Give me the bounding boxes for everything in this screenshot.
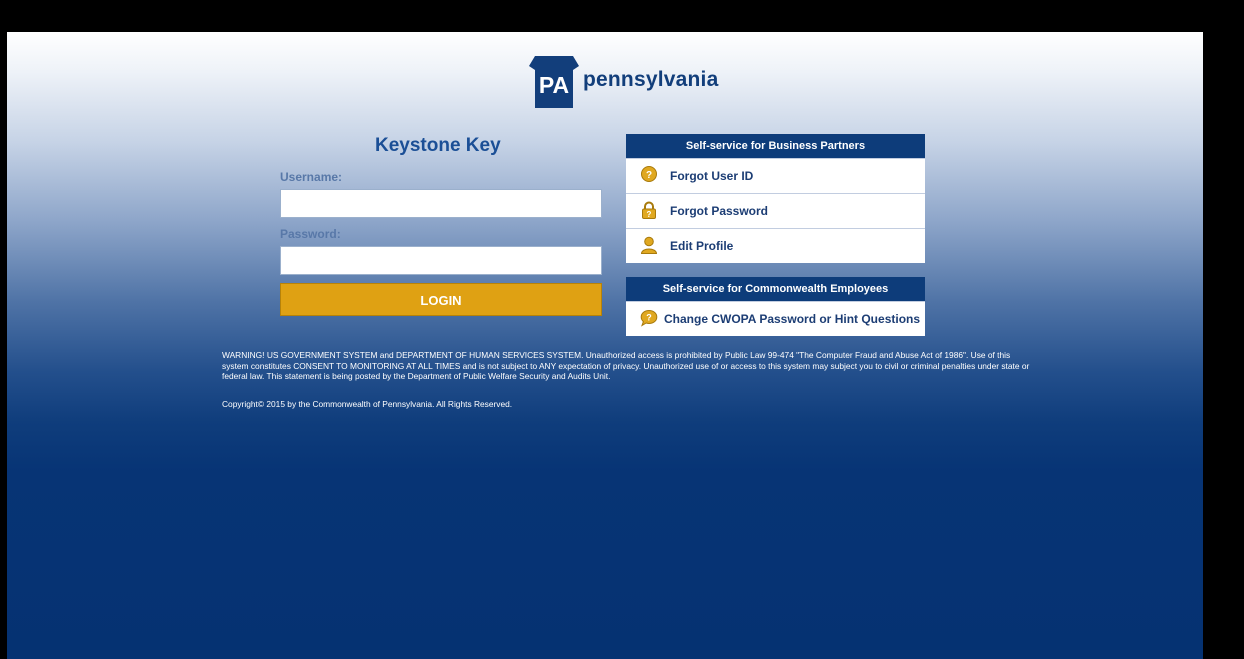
logo-wordmark: pennsylvania bbox=[583, 68, 719, 91]
employees-heading: Self-service for Commonwealth Employees bbox=[626, 277, 925, 301]
login-title: Keystone Key bbox=[375, 135, 501, 156]
employees-panel: Self-service for Commonwealth Employees … bbox=[626, 277, 925, 336]
forgot-user-id-link[interactable]: ? Forgot User ID bbox=[626, 158, 925, 193]
forgot-user-id-label: Forgot User ID bbox=[670, 169, 754, 183]
business-partners-panel: Self-service for Business Partners ? For… bbox=[626, 134, 925, 263]
chat-question-icon: ? bbox=[640, 309, 658, 327]
forgot-password-link[interactable]: ? Forgot Password bbox=[626, 193, 925, 228]
change-cwopa-password-link[interactable]: ? Change CWOPA Password or Hint Question… bbox=[626, 301, 925, 336]
keystone-icon: PA bbox=[529, 56, 579, 108]
change-cwopa-password-label: Change CWOPA Password or Hint Questions bbox=[664, 312, 921, 326]
password-input[interactable] bbox=[280, 246, 602, 275]
login-button[interactable]: LOGIN bbox=[280, 283, 602, 316]
password-label: Password: bbox=[280, 227, 341, 241]
username-input[interactable] bbox=[280, 189, 602, 218]
username-label: Username: bbox=[280, 170, 343, 184]
question-circle-icon: ? bbox=[641, 166, 657, 182]
legal-warning: WARNING! US GOVERNMENT SYSTEM and DEPART… bbox=[222, 350, 1030, 382]
edit-profile-label: Edit Profile bbox=[670, 239, 734, 253]
business-partners-heading: Self-service for Business Partners bbox=[626, 134, 925, 158]
copyright-notice: Copyright© 2015 by the Commonwealth of P… bbox=[222, 399, 513, 409]
logo-badge-text: PA bbox=[539, 72, 569, 98]
svg-text:?: ? bbox=[647, 210, 652, 219]
svg-text:?: ? bbox=[646, 313, 652, 323]
edit-profile-link[interactable]: Edit Profile bbox=[626, 228, 925, 263]
login-page: PA pennsylvania Keystone Key Username: P… bbox=[7, 32, 1203, 659]
user-icon bbox=[640, 236, 658, 254]
svg-text:?: ? bbox=[646, 170, 652, 181]
forgot-password-label: Forgot Password bbox=[670, 204, 769, 218]
lock-icon: ? bbox=[642, 201, 656, 219]
